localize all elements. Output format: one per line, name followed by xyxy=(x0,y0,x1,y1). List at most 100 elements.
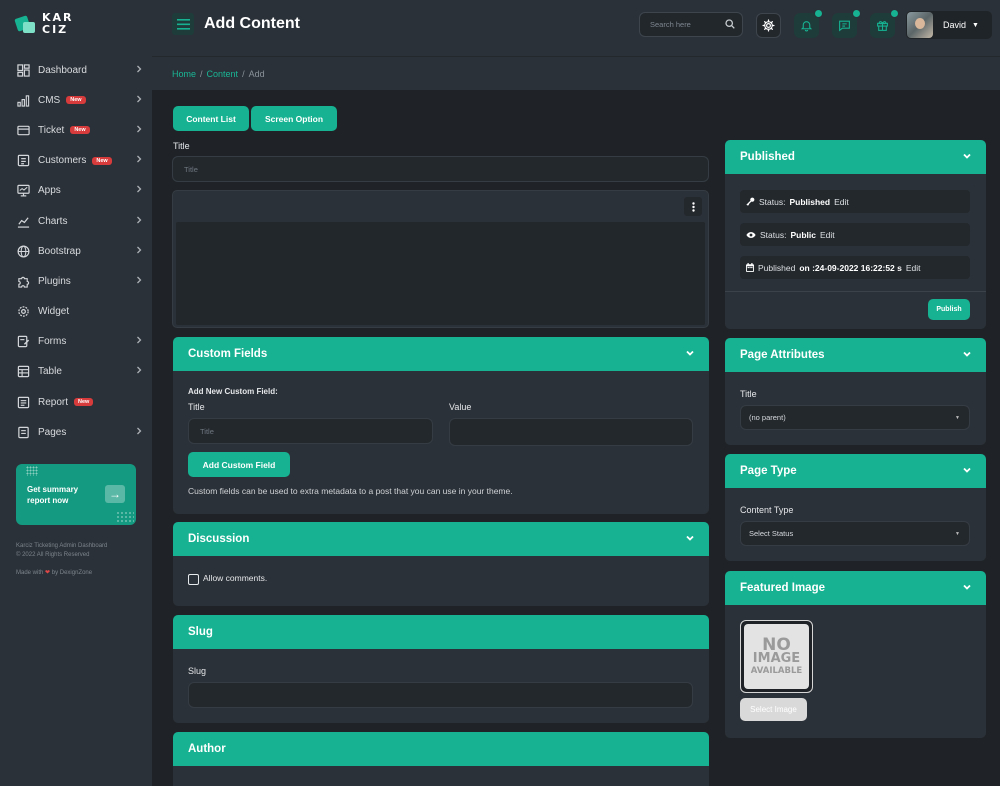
status-edit-link[interactable]: Edit xyxy=(834,197,849,207)
settings-button[interactable] xyxy=(756,13,781,38)
footer-copyright: © 2022 All Rights Reserved xyxy=(16,552,90,558)
sidebar-item-label: Report xyxy=(38,396,69,408)
notifications-button[interactable] xyxy=(794,9,823,38)
chevron-right-icon xyxy=(136,246,142,257)
table-icon xyxy=(16,365,30,379)
published-title: Published xyxy=(740,151,795,163)
chevron-down-icon[interactable] xyxy=(685,348,695,358)
published-header[interactable]: Published xyxy=(725,140,986,174)
sidebar-item-charts[interactable]: Charts xyxy=(0,206,152,236)
sidebar: KAR CIZ Dashboard CMS New Ticket New Customer… xyxy=(0,0,152,786)
chevron-down-icon[interactable] xyxy=(962,582,972,592)
sidebar-item-label: Bootstrap xyxy=(38,245,81,257)
breadcrumb-home[interactable]: Home xyxy=(172,69,196,79)
chevron-right-icon xyxy=(136,95,142,106)
chevron-right-icon xyxy=(136,276,142,287)
ticket-icon xyxy=(16,123,30,137)
visibility-row: Status: Public Edit xyxy=(740,223,970,246)
arrow-right-icon[interactable]: → xyxy=(105,485,125,503)
footer-app-name: Karciz Ticketing Admin Dashboard xyxy=(16,543,108,549)
sidebar-item-widget[interactable]: Widget xyxy=(0,297,152,327)
sidebar-item-bootstrap[interactable]: Bootstrap xyxy=(0,236,152,266)
author-header[interactable]: Author xyxy=(173,732,709,766)
chevron-down-icon[interactable] xyxy=(962,151,972,161)
page-type-header[interactable]: Page Type xyxy=(725,454,986,488)
custom-field-title-label: Title xyxy=(188,402,205,412)
divider xyxy=(725,291,986,292)
breadcrumb-separator: / xyxy=(242,69,245,79)
custom-fields-help: Custom fields can be used to extra metad… xyxy=(188,486,513,496)
chevron-right-icon xyxy=(136,336,142,347)
menu-toggle-button[interactable] xyxy=(172,13,194,35)
top-header: Add Content David ▼ xyxy=(152,0,1000,56)
page-type-card: Page Type Content Type Select Status ▼ xyxy=(725,454,986,561)
slug-header[interactable]: Slug xyxy=(173,615,709,649)
chevron-right-icon xyxy=(136,427,142,438)
sidebar-item-label: Pages xyxy=(38,426,67,438)
brand-logo[interactable]: KAR CIZ xyxy=(14,12,82,36)
status-value: Published xyxy=(789,196,831,207)
discussion-card: Discussion Allow comments. xyxy=(173,522,709,606)
content-type-select[interactable]: Select Status ▼ xyxy=(740,521,970,546)
published-edit-link[interactable]: Edit xyxy=(906,263,921,273)
caret-down-icon: ▼ xyxy=(955,415,960,421)
sidebar-item-label: Table xyxy=(38,366,62,378)
status-row: Status: Published Edit xyxy=(740,190,970,213)
page-attributes-header[interactable]: Page Attributes xyxy=(725,338,986,372)
add-custom-field-button[interactable]: Add Custom Field xyxy=(188,452,290,477)
search-icon[interactable] xyxy=(725,19,735,29)
featured-image-title: Featured Image xyxy=(740,582,825,594)
featured-image-header[interactable]: Featured Image xyxy=(725,571,986,605)
slug-input[interactable] xyxy=(189,683,692,707)
content-list-button[interactable]: Content List xyxy=(173,106,249,131)
discussion-header[interactable]: Discussion xyxy=(173,522,709,556)
chevron-down-icon[interactable] xyxy=(685,533,695,543)
user-name: David xyxy=(943,20,967,30)
user-menu[interactable]: David ▼ xyxy=(906,11,992,39)
sidebar-nav: Dashboard CMS New Ticket New Customers New Apps… xyxy=(0,55,152,447)
sidebar-item-apps[interactable]: Apps xyxy=(0,176,152,206)
custom-field-title-input[interactable] xyxy=(189,419,432,443)
chevron-right-icon xyxy=(136,125,142,136)
caret-down-icon: ▼ xyxy=(955,531,960,537)
chevron-down-icon[interactable] xyxy=(962,349,972,359)
sidebar-item-report[interactable]: Report New xyxy=(0,387,152,417)
sidebar-item-cms[interactable]: CMS New xyxy=(0,85,152,115)
widget-gear-icon xyxy=(16,305,30,319)
sidebar-item-table[interactable]: Table xyxy=(0,357,152,387)
select-image-button[interactable]: Select Image xyxy=(740,698,807,721)
publish-button[interactable]: Publish xyxy=(928,299,970,320)
gift-icon xyxy=(877,21,888,31)
sidebar-item-ticket[interactable]: Ticket New xyxy=(0,115,152,145)
sidebar-item-label: Plugins xyxy=(38,275,71,287)
more-vertical-icon[interactable] xyxy=(684,197,702,216)
screen-option-button[interactable]: Screen Option xyxy=(251,106,337,131)
editor-textarea[interactable] xyxy=(176,222,705,325)
chevron-down-icon[interactable] xyxy=(962,465,972,475)
title-input[interactable] xyxy=(173,157,708,181)
breadcrumb-content[interactable]: Content xyxy=(207,69,239,79)
messages-button[interactable] xyxy=(832,9,861,38)
sidebar-item-label: Ticket xyxy=(38,124,65,136)
sidebar-item-dashboard[interactable]: Dashboard xyxy=(0,55,152,85)
featured-image-preview[interactable]: NO IMAGE AVAILABLE xyxy=(740,620,813,693)
search-input[interactable] xyxy=(640,13,720,36)
notification-dot xyxy=(852,9,861,18)
gifts-button[interactable] xyxy=(870,9,899,38)
notification-dot xyxy=(814,9,823,18)
sidebar-item-pages[interactable]: Pages xyxy=(0,417,152,447)
custom-field-value-input[interactable] xyxy=(450,419,692,445)
summary-report-card[interactable]: Get summary report now → xyxy=(16,464,136,525)
sidebar-item-label: Customers xyxy=(38,155,87,167)
parent-select[interactable]: (no parent) ▼ xyxy=(740,405,970,430)
sidebar-item-plugins[interactable]: Plugins xyxy=(0,266,152,296)
sidebar-item-forms[interactable]: Forms xyxy=(0,327,152,357)
new-badge: New xyxy=(74,398,94,407)
sidebar-item-customers[interactable]: Customers New xyxy=(0,146,152,176)
allow-comments-checkbox[interactable] xyxy=(188,574,199,585)
globe-icon xyxy=(16,244,30,258)
title-label: Title xyxy=(173,141,190,151)
visibility-edit-link[interactable]: Edit xyxy=(820,230,835,240)
status-label: Status: xyxy=(759,196,786,207)
custom-fields-header[interactable]: Custom Fields xyxy=(173,337,709,371)
